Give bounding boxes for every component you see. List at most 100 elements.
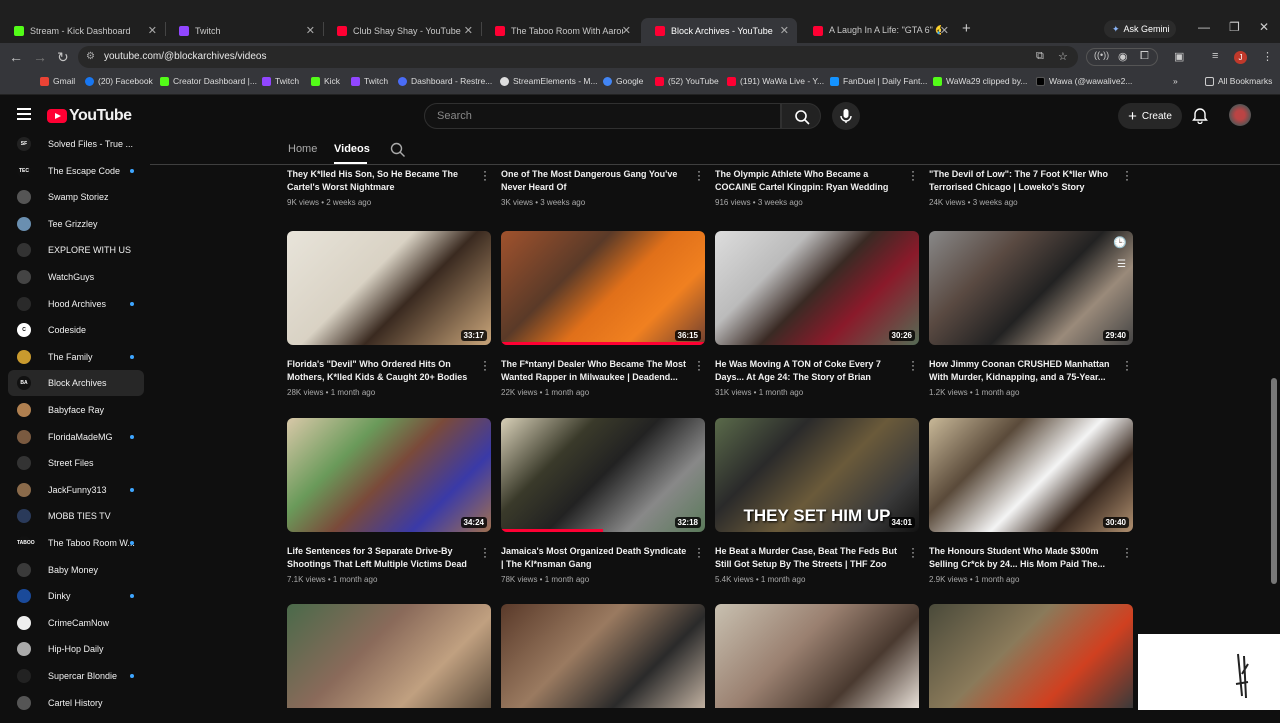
sidebar-item-channel[interactable]: Babyface Ray [8,397,144,423]
watch-later-icon[interactable]: 🕒 [1113,236,1127,249]
video-thumbnail[interactable] [287,604,491,708]
sidebar-item-channel[interactable]: Supercar Blondie [8,663,144,689]
channel-search-button[interactable] [390,142,406,163]
browser-tab[interactable]: Club Shay Shay - YouTube ✕ [323,18,481,43]
video-thumbnail[interactable]: 30:26 [715,231,919,345]
sidebar-item-channel[interactable]: Baby Money [8,557,144,583]
sidebar-item-channel[interactable]: BA Block Archives [8,370,144,397]
bookmark-item[interactable]: Kick [311,76,340,86]
ask-gemini-button[interactable]: ✦ Ask Gemini [1104,20,1176,38]
video-thumbnail[interactable]: THEY SET HIM UP 34:01 [715,418,919,532]
bookmark-item[interactable]: (191) WaWa Live - Y... [727,76,824,86]
sidebar-item-channel[interactable]: TEC The Escape Code [8,158,144,184]
more-actions-icon[interactable]: · · · [1123,542,1131,562]
tab-home[interactable]: Home [288,143,317,155]
close-icon[interactable]: ✕ [148,24,157,37]
bookmark-item[interactable]: Google [603,76,643,86]
sidebar-item-channel[interactable]: The Family [8,344,144,370]
forward-icon[interactable]: → [33,49,47,65]
more-actions-icon[interactable]: · · · [481,542,489,562]
menu-icon[interactable] [17,108,31,120]
sidebar-item-channel[interactable]: Tee Grizzley [8,211,144,237]
bookmark-item[interactable]: Creator Dashboard |... [160,76,257,86]
tab-videos[interactable]: Videos [334,143,370,155]
video-title[interactable]: He Beat a Murder Case, Beat The Feds But… [715,545,901,571]
address-bar[interactable]: ⚙ youtube.com/@blockarchives/videos [78,46,1078,68]
bookmark-item[interactable]: Wawa (@wawalive2... [1036,76,1132,86]
video-title[interactable]: The Olympic Athlete Who Became a COCAINE… [715,168,901,194]
puzzle-icon[interactable]: ⧠ [1140,50,1149,63]
sidebar-item-channel[interactable]: SF Solved Files - True ... [8,135,144,157]
bookmark-item[interactable]: Twitch [262,76,299,86]
browser-tab[interactable]: The Taboo Room With Aaron S ✕ [481,18,639,43]
video-title[interactable]: The F*ntanyl Dealer Who Became The Most … [501,358,687,384]
sidebar-item-channel[interactable]: JackFunny313 [8,477,144,503]
window-close-icon[interactable]: ✕ [1259,20,1269,34]
video-thumbnail[interactable]: 32:18 [501,418,705,532]
bookmark-item[interactable]: (52) YouTube [655,76,719,86]
reading-list-icon[interactable]: ≡ [1212,50,1218,62]
video-title[interactable]: Jamaica's Most Organized Death Syndicate… [501,545,687,571]
site-info-icon[interactable]: ⚙ [86,46,95,68]
sidebar-item-channel[interactable]: FloridaMadeMG [8,424,144,450]
more-actions-icon[interactable]: · · · [695,165,703,185]
video-thumbnail[interactable]: 30:40 [929,418,1133,532]
video-thumbnail[interactable] [501,604,705,708]
bookmark-item[interactable]: (20) Facebook [85,76,153,86]
video-thumbnail[interactable]: 33:17 [287,231,491,345]
more-actions-icon[interactable]: · · · [1123,165,1131,185]
more-actions-icon[interactable]: · · · [1123,355,1131,375]
sidebar-item-channel[interactable]: Hood Archives [8,291,144,317]
sidebar-item-channel[interactable]: MOBB TIES TV [8,503,144,529]
youtube-logo[interactable]: YouTube [47,107,132,125]
minimize-icon[interactable]: — [1198,20,1210,34]
more-actions-icon[interactable]: · · · [695,542,703,562]
more-actions-icon[interactable]: · · · [909,355,917,375]
cast-icon[interactable]: ((•)) [1094,50,1109,60]
close-icon[interactable]: ✕ [622,24,631,37]
video-thumbnail[interactable]: 36:15 [501,231,705,345]
more-menu-icon[interactable]: ⋮ [1262,50,1273,63]
bookmark-item[interactable]: Dashboard - Restre... [398,76,492,86]
bookmark-star-icon[interactable]: ☆ [1058,50,1068,63]
more-actions-icon[interactable]: · · · [481,165,489,185]
browser-tab[interactable]: A Laugh In A Life: "GTA 6" 🤣 ✕ [799,18,957,43]
video-title[interactable]: Florida's "Devil" Who Ordered Hits On Mo… [287,358,473,384]
sidebar-item-channel[interactable]: WatchGuys [8,264,144,290]
sidebar-item-channel[interactable]: CrimeCamNow [8,610,144,636]
page-scrollbar[interactable] [1271,378,1277,584]
new-tab-button[interactable]: + [962,20,971,37]
add-to-queue-icon[interactable]: ☰ [1117,259,1126,270]
sidebar-item-channel[interactable]: Swamp Storiez [8,184,144,210]
video-title[interactable]: Life Sentences for 3 Separate Drive-By S… [287,545,473,571]
video-title[interactable]: How Jimmy Coonan CRUSHED Manhattan With … [929,358,1115,384]
sidebar-item-channel[interactable]: Dinky [8,583,144,609]
sidebar-item-channel[interactable]: Street Files [8,450,144,476]
video-title[interactable]: The Honours Student Who Made $300m Selli… [929,545,1115,571]
more-actions-icon[interactable]: · · · [909,542,917,562]
video-title[interactable]: They K*lled His Son, So He Became The Ca… [287,168,473,194]
bookmark-item[interactable]: Gmail [40,76,75,86]
video-title[interactable]: One of The Most Dangerous Gang You've Ne… [501,168,687,194]
browser-tab[interactable]: Stream - Kick Dashboard ✕ [0,18,165,43]
all-bookmarks-button[interactable]: All Bookmarks [1205,76,1272,86]
video-thumbnail[interactable] [929,604,1133,708]
create-button[interactable]: + Create [1118,103,1182,129]
browser-tab-active[interactable]: Block Archives - YouTube ✕ [641,18,797,43]
voice-search-button[interactable] [832,102,860,130]
more-actions-icon[interactable]: · · · [909,165,917,185]
profile-avatar[interactable]: J [1234,51,1247,64]
close-icon[interactable]: ✕ [780,24,789,37]
bookmark-item[interactable]: StreamElements - M... [500,76,598,86]
video-title[interactable]: "The Devil of Low": The 7 Foot K*ller Wh… [929,168,1115,194]
video-thumbnail[interactable]: 29:40 🕒 ☰ [929,231,1133,345]
close-icon[interactable]: ✕ [940,24,949,37]
sidebar-item-channel[interactable]: EXPLORE WITH US [8,237,144,263]
floating-overlay-window[interactable] [1138,634,1280,718]
close-icon[interactable]: ✕ [306,24,315,37]
search-button[interactable] [781,103,821,129]
bookmark-item[interactable]: WaWa29 clipped by... [933,76,1027,86]
video-thumbnail[interactable]: 34:24 [287,418,491,532]
restore-icon[interactable]: ❐ [1229,20,1240,34]
more-bookmarks-icon[interactable]: » [1173,76,1178,86]
